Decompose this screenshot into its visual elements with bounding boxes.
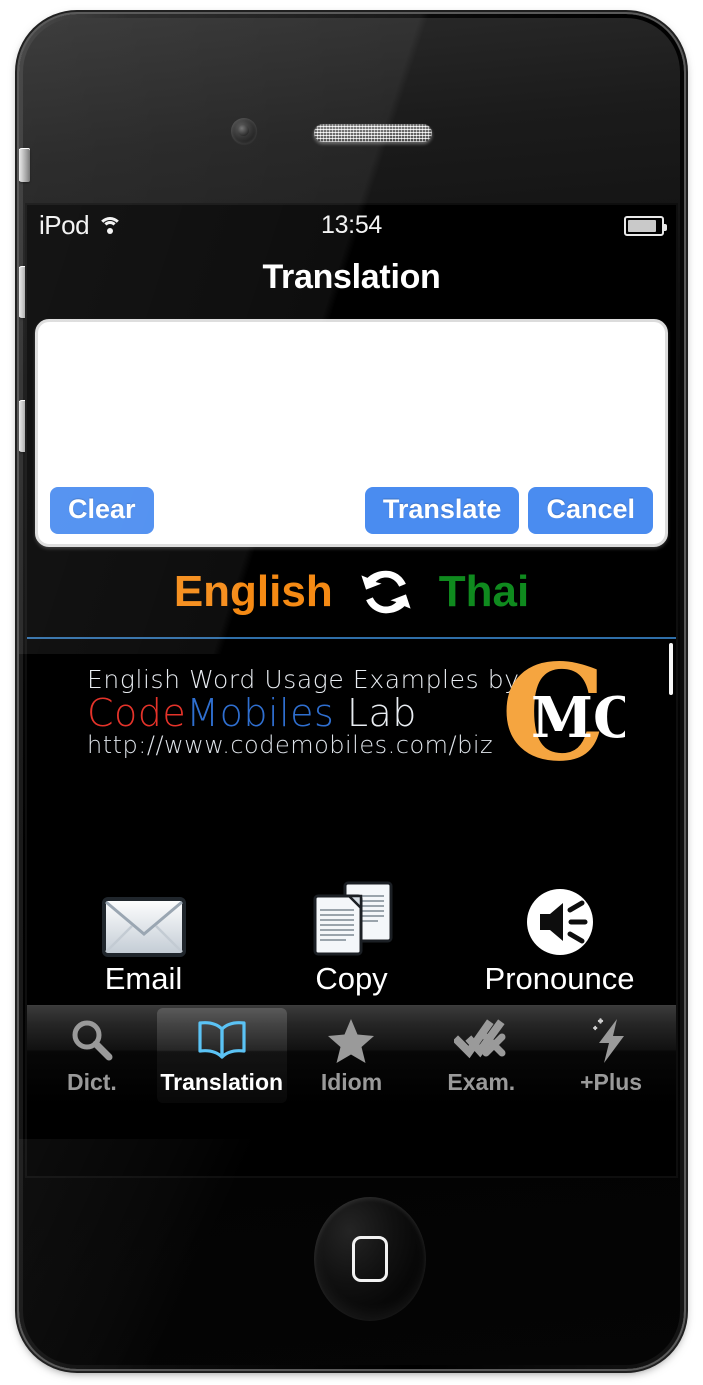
page-title: Translation: [262, 258, 441, 296]
status-bar: iPod 13:54: [27, 205, 676, 246]
email-action-button[interactable]: Email: [64, 884, 224, 997]
earpiece-speaker: [314, 124, 432, 142]
star-icon: [326, 1015, 376, 1067]
tab-exam[interactable]: Exam.: [416, 1006, 546, 1105]
tab-idiom[interactable]: Idiom: [287, 1006, 417, 1105]
tab-dict-label: Dict.: [66, 1069, 117, 1095]
tab-plus[interactable]: +Plus: [546, 1006, 676, 1105]
pronounce-label: Pronounce: [484, 961, 635, 996]
vertical-scrollbar[interactable]: [669, 643, 673, 695]
device-frame: iPod 13:54 Translation Clear Translate C…: [19, 14, 684, 1369]
tab-dict[interactable]: Dict.: [27, 1006, 157, 1105]
translation-input-card: Clear Translate Cancel: [35, 319, 668, 547]
tab-exam-label: Exam.: [447, 1069, 516, 1095]
status-bar-clock: 13:54: [320, 211, 383, 239]
tab-idiom-label: Idiom: [320, 1069, 383, 1095]
translation-text-input[interactable]: [38, 322, 665, 486]
content-area: English Word Usage Examples by CodeMobil…: [27, 639, 676, 1005]
phone-screen: iPod 13:54 Translation Clear Translate C…: [27, 205, 676, 1176]
home-button[interactable]: [314, 1197, 426, 1321]
check-x-icon: [454, 1015, 508, 1067]
battery-icon: [624, 215, 667, 236]
tab-bar: Dict. Translation Idiom Exam. +Plus: [27, 1005, 676, 1105]
copy-label: Copy: [315, 961, 388, 996]
documents-icon: [272, 881, 432, 958]
lightning-bolt-icon: [587, 1015, 635, 1067]
copy-action-button[interactable]: Copy: [272, 881, 432, 997]
target-language-label[interactable]: Thai: [439, 567, 529, 617]
brand-code-text: Code: [87, 691, 187, 735]
email-label: Email: [104, 961, 183, 996]
svg-text:MO: MO: [531, 685, 625, 751]
language-selector-bar: English Thai: [27, 547, 676, 639]
codemobiles-banner[interactable]: English Word Usage Examples by CodeMobil…: [87, 651, 625, 785]
home-square-icon: [352, 1236, 388, 1282]
envelope-icon: [64, 884, 224, 958]
tab-translation-label: Translation: [160, 1069, 284, 1095]
brand-mobiles-text: Mobiles: [186, 691, 335, 735]
tab-plus-label: +Plus: [580, 1069, 643, 1095]
status-bar-right: [624, 215, 667, 236]
navigation-bar: Translation: [27, 246, 676, 310]
magnifier-icon: [69, 1015, 115, 1067]
speaker-icon: [480, 884, 640, 958]
pronounce-action-button[interactable]: Pronounce: [480, 884, 640, 997]
tab-translation[interactable]: Translation: [156, 1008, 287, 1103]
translate-button[interactable]: Translate: [364, 487, 520, 534]
clear-button[interactable]: Clear: [50, 487, 154, 534]
cmo-logo-icon: C MO: [501, 651, 625, 781]
open-book-icon: [196, 1015, 248, 1067]
silent-switch[interactable]: [19, 148, 30, 182]
cancel-button[interactable]: Cancel: [528, 487, 653, 534]
brand-lab-text: Lab: [334, 691, 417, 735]
action-button-row: Email Copy Pronounce: [27, 881, 676, 997]
front-camera: [231, 118, 257, 144]
swap-arrows-icon[interactable]: [355, 561, 417, 623]
source-language-label[interactable]: English: [174, 567, 333, 617]
input-button-row: Clear Translate Cancel: [50, 487, 653, 534]
